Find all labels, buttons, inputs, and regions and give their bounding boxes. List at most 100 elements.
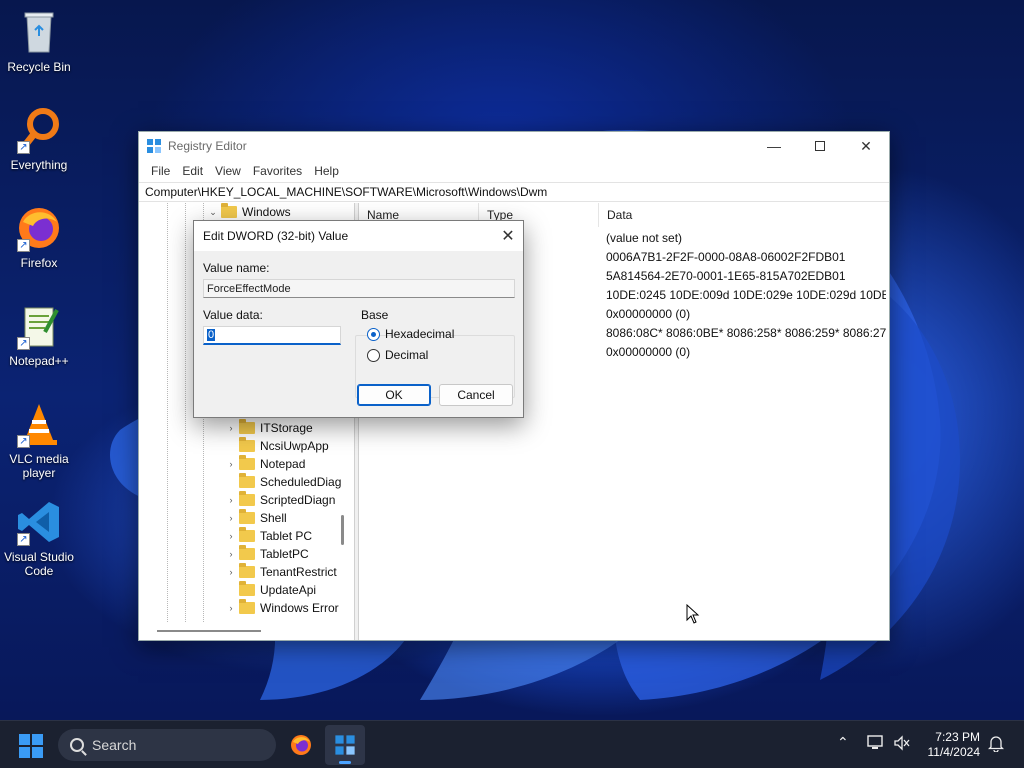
folder-icon [239,455,255,470]
maximize-icon [815,141,825,151]
firefox-icon [291,735,311,755]
close-button[interactable]: ✕ [843,132,889,160]
firefox-icon: ↗ [15,204,63,252]
notification-bell-icon[interactable] [987,734,1005,755]
desktop-icon-notepad-plus-plus[interactable]: ↗ Notepad++ [1,302,77,368]
dialog-title: Edit DWORD (32-bit) Value [203,229,349,243]
volume-muted-icon[interactable] [893,735,911,754]
desktop-icon-recycle-bin[interactable]: Recycle Bin [1,8,77,74]
desktop-icon-everything[interactable]: ↗ Everything [1,106,77,172]
desktop-icon-vscode[interactable]: ↗ Visual Studio Code [1,498,77,578]
ok-button[interactable]: OK [357,384,431,406]
recycle-bin-icon [15,8,63,56]
radio-decimal[interactable]: Decimal [367,348,428,362]
folder-icon [239,419,255,434]
dialog-titlebar[interactable]: Edit DWORD (32-bit) Value ✕ [194,221,523,251]
chevron-right-icon: › [229,531,233,541]
vlc-cone-icon: ↗ [15,400,63,448]
desktop-icon-label: Firefox [20,256,58,270]
base-label: Base [361,308,389,322]
tree-item[interactable]: › Shell [225,509,287,527]
regedit-app-icon [147,139,161,153]
chevron-up-icon[interactable]: ⌃ [837,734,849,751]
tree-vertical-scrollbar[interactable] [341,515,344,545]
menu-help[interactable]: Help [308,164,345,178]
search-icon [70,738,84,752]
radio-unselected-icon [367,348,380,362]
folder-icon [239,581,255,596]
everything-search-icon: ↗ [15,106,63,154]
network-icon[interactable] [867,735,885,754]
window-titlebar[interactable]: Registry Editor — ✕ [139,132,889,160]
tree-item[interactable]: › ITStorage [225,419,313,437]
tree-item[interactable]: › TenantRestrict [225,563,337,581]
shortcut-arrow-icon: ↗ [17,435,30,448]
tree-horizontal-scrollbar[interactable] [157,630,261,632]
desktop-icon-vlc[interactable]: ↗ VLC media player [1,400,77,480]
tree-item[interactable]: UpdateApi [225,581,316,599]
menu-bar: File Edit View Favorites Help [139,160,889,182]
taskbar-firefox[interactable] [281,725,321,765]
menu-favorites[interactable]: Favorites [247,164,308,178]
radio-hexadecimal[interactable]: Hexadecimal [367,327,454,341]
chevron-right-icon: › [229,513,233,523]
desktop-icon-label: VLC media player [9,452,69,480]
clock-date: 11/4/2024 [927,745,981,759]
search-placeholder: Search [92,737,137,753]
start-button[interactable] [19,734,43,758]
desktop-icon-firefox[interactable]: ↗ Firefox [1,204,77,270]
desktop-icon-label: Recycle Bin [7,60,71,74]
folder-icon [239,599,255,614]
tree-item[interactable]: › Notepad [225,455,305,473]
dialog-close-button[interactable]: ✕ [493,221,523,251]
menu-view[interactable]: View [209,164,247,178]
folder-icon [239,527,255,542]
address-bar[interactable]: Computer\HKEY_LOCAL_MACHINE\SOFTWARE\Mic… [139,182,889,202]
windows-logo-icon [19,734,30,745]
shortcut-arrow-icon: ↗ [17,141,30,154]
folder-icon [239,563,255,578]
folder-icon [239,473,255,488]
value-data-input[interactable]: 0 [203,326,341,345]
tree-item[interactable]: NcsiUwpApp [225,437,329,455]
tree-item[interactable]: › Tablet PC [225,527,312,545]
chevron-right-icon: › [229,567,233,577]
window-title: Registry Editor [168,139,247,153]
taskbar-search[interactable]: Search [58,729,276,761]
column-data[interactable]: Data [599,203,889,227]
taskbar-regedit[interactable] [325,725,365,765]
minimize-button[interactable]: — [751,132,797,160]
notepad-plus-plus-icon: ↗ [15,302,63,350]
tree-item-windows[interactable]: ⌄ Windows [207,203,291,221]
system-clock[interactable]: 7:23 PM 11/4/2024 [928,730,981,760]
cancel-button[interactable]: Cancel [439,384,513,406]
active-indicator [339,761,351,764]
close-icon: ✕ [501,228,515,245]
menu-file[interactable]: File [145,164,176,178]
value-name-field[interactable]: ForceEffectMode [203,279,515,298]
folder-icon [221,203,237,218]
menu-edit[interactable]: Edit [176,164,209,178]
maximize-button[interactable] [797,132,843,160]
chevron-right-icon: › [229,603,233,613]
clock-time: 7:23 PM [935,730,980,744]
chevron-right-icon: › [229,459,233,469]
chevron-right-icon: › [229,423,233,433]
edit-dword-dialog: Edit DWORD (32-bit) Value ✕ Value name: … [193,220,524,418]
tree-item[interactable]: ScheduledDiag [225,473,341,491]
close-icon: ✕ [860,137,872,154]
desktop-icon-label: Visual Studio Code [4,550,74,578]
shortcut-arrow-icon: ↗ [17,533,30,546]
regedit-app-icon [335,735,355,755]
mouse-cursor-icon [686,604,700,624]
tree-item[interactable]: › Windows Error [225,599,339,617]
radio-selected-icon [367,327,380,341]
folder-icon [239,491,255,506]
chevron-right-icon: › [229,549,233,559]
taskbar: Search ⌃ 7:23 PM 11/4/2024 [0,720,1024,768]
chevron-down-icon: ⌄ [209,206,217,217]
shortcut-arrow-icon: ↗ [17,239,30,252]
vscode-icon: ↗ [15,498,63,546]
tree-item[interactable]: › ScriptedDiagn [225,491,335,509]
tree-item[interactable]: › TabletPC [225,545,309,563]
